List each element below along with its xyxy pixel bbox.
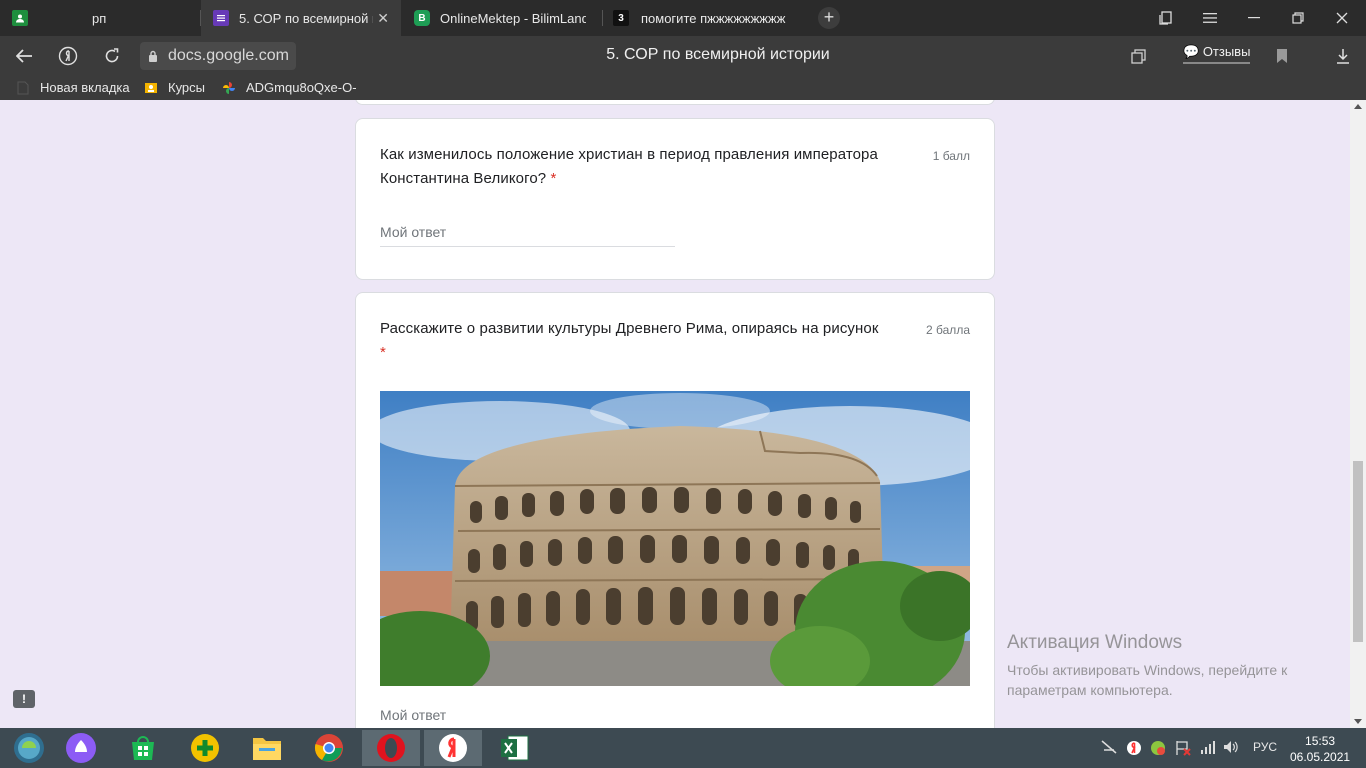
clock[interactable]: 15:53 06.05.2021 [1290,733,1350,765]
clock-time: 15:53 [1305,734,1336,748]
bilimland-icon: B [414,10,430,26]
tab-bilimland[interactable]: B OnlineMektep - BilimLand [402,0,602,36]
reload-icon[interactable] [100,44,124,68]
minimize-icon[interactable] [1232,0,1276,36]
scroll-up-arrow-icon[interactable] [1354,104,1362,109]
required-mark: * [550,170,557,187]
tab-title: OnlineMektep - BilimLand [440,10,586,26]
copy-link-icon[interactable] [1126,44,1150,68]
download-icon[interactable] [1331,44,1355,68]
bookmark-photos[interactable]: ADGmqu8oQxe-O- [222,80,357,95]
question-title: Расскажите о развитии культуры Древнего … [380,320,879,337]
question-card: Как изменилось положение христиан в пери… [355,118,995,280]
points-label: 2 балла [926,323,970,337]
report-issue-icon[interactable]: ! [13,690,35,708]
windows-activation-watermark: Активация Windows Чтобы активировать Win… [1007,632,1327,700]
address-field[interactable]: docs.google.com [140,42,296,70]
taskbar: РУС 15:53 06.05.2021 [0,728,1366,768]
page-icon [17,81,29,94]
points-label: 1 балл [932,149,970,163]
alice-icon[interactable] [52,730,110,766]
bookmark-label: Новая вкладка [40,80,130,95]
tab-form[interactable]: 5. СОР по всемирной и ✕ [201,0,401,36]
close-window-icon[interactable] [1320,0,1364,36]
tab-title: помогите пжжжжжжжжж [641,10,786,26]
classroom-icon [145,82,157,93]
tab-title: 5. СОР по всемирной и [239,10,373,26]
question-text: Расскажите о развитии культуры Древнего … [380,317,940,365]
required-mark: * [380,344,386,361]
start-button[interactable] [0,730,58,766]
tab-rp[interactable]: рп [0,0,200,36]
language-indicator[interactable]: РУС [1253,740,1277,754]
contact-icon [12,10,28,26]
new-tab-button[interactable]: + [818,7,840,29]
excel-icon[interactable] [486,730,544,766]
question-title: Как изменилось положение христиан в пери… [380,146,878,187]
network-off-icon[interactable] [1101,740,1117,757]
scroll-down-arrow-icon[interactable] [1354,719,1362,724]
page-title: 5. СОР по всемирной истории [606,46,830,63]
url-text: docs.google.com [168,47,289,64]
security-tray-icon[interactable] [1150,740,1166,759]
bookmark-label: Курсы [168,80,206,95]
tab-strip: рп 5. СОР по всемирной и ✕ B OnlineMekte… [0,0,1366,36]
chat-bubble-icon: 💬 [1183,44,1200,59]
answer-input[interactable]: Мой ответ [380,707,446,723]
question-card: Расскажите о развитии культуры Древнего … [355,292,995,728]
bookmark-label: ADGmqu8oQxe-O- [246,80,357,95]
pinwheel-icon [223,81,235,94]
colosseum-image [380,391,970,686]
answer-input[interactable]: Мой ответ [380,224,446,240]
watermark-title: Активация Windows [1007,632,1183,653]
watermark-subtitle: Чтобы активировать Windows, перейдите к … [1007,662,1288,698]
previous-question-card [355,100,995,105]
green-plus-app-icon[interactable] [176,730,234,766]
google-forms-icon [213,10,229,26]
store-icon[interactable] [114,730,172,766]
znanija-icon: 3 [613,10,629,26]
close-tab-icon[interactable]: ✕ [377,10,389,27]
feedback-label: Отзывы [1202,44,1251,59]
bookmark-icon[interactable] [1270,44,1294,68]
signal-strength-icon[interactable] [1200,740,1216,757]
flag-alert-icon[interactable] [1175,740,1191,759]
menu-icon[interactable] [1188,0,1232,36]
bookmarks-bar: Новая вкладка Курсы ADGmqu8oQxe-O- [0,76,1366,100]
chrome-icon[interactable] [300,730,358,766]
volume-icon[interactable] [1223,740,1239,757]
bookmark-new-tab[interactable]: Новая вкладка [16,80,130,95]
question-text: Как изменилось положение христиан в пери… [380,143,925,191]
tab-znanija[interactable]: 3 помогите пжжжжжжжжж [603,0,803,36]
tabs-list-icon[interactable] [1144,0,1188,36]
back-icon[interactable] [12,44,36,68]
feedback-button[interactable]: 💬 Отзывы [1183,44,1251,64]
opera-icon[interactable] [362,730,420,766]
yandex-logo-icon[interactable] [56,44,80,68]
answer-underline [380,246,675,247]
scroll-thumb[interactable] [1353,461,1363,642]
restore-icon[interactable] [1276,0,1320,36]
file-explorer-icon[interactable] [238,730,296,766]
clock-date: 06.05.2021 [1290,750,1351,764]
page-scrollbar[interactable] [1350,100,1366,728]
bookmark-courses[interactable]: Курсы [144,80,205,95]
yandex-tray-icon[interactable] [1126,740,1142,759]
address-bar-row: docs.google.com 5. СОР по всемирной исто… [0,36,1366,76]
yandex-browser-icon[interactable] [424,730,482,766]
lock-icon [149,50,157,62]
tab-title: рп [92,10,107,26]
